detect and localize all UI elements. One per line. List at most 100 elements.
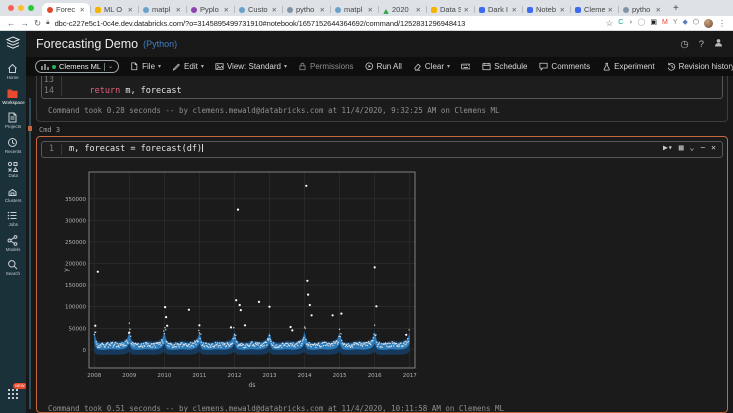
browser-tab-matpl[interactable]: matpl ✕ xyxy=(330,3,378,16)
code-cell-cmd2[interactable]: 13 14 return m, forecast Command took 0.… xyxy=(36,76,728,122)
tab-close-icon[interactable]: ✕ xyxy=(416,6,421,14)
zoom-window-icon[interactable] xyxy=(28,5,34,11)
sidebar-item-jobs[interactable]: Jobs xyxy=(7,210,18,228)
browser-tab-data-s[interactable]: Data S ✕ xyxy=(426,3,474,16)
experiment-button[interactable]: Experiment xyxy=(602,62,655,71)
edit-menu[interactable]: Edit ▾ xyxy=(172,62,204,71)
new-tab-button[interactable]: + xyxy=(666,3,686,16)
collapse-cell-icon[interactable]: ⌄ xyxy=(690,144,695,152)
browser-tab-cleme[interactable]: Cleme ✕ xyxy=(570,3,618,16)
selected-cell-marker xyxy=(28,126,32,131)
tab-close-icon[interactable]: ✕ xyxy=(80,6,85,14)
permissions-button[interactable]: Permissions xyxy=(298,62,354,71)
data-point xyxy=(111,341,114,343)
data-point xyxy=(369,343,372,345)
lock-icon xyxy=(298,62,307,71)
forward-icon[interactable]: → xyxy=(21,18,30,28)
extension-icon[interactable]: M xyxy=(662,18,668,28)
revision-history-button[interactable]: Revision history xyxy=(667,62,733,71)
help-icon[interactable]: ? xyxy=(699,39,704,50)
button-label: Experiment xyxy=(614,62,655,71)
dashboard-chart-icon[interactable]: ▦ xyxy=(679,144,684,152)
sidebar-item-recents[interactable]: Recents xyxy=(4,137,22,155)
clear-menu[interactable]: Clear ▾ xyxy=(413,62,450,71)
tab-close-icon[interactable]: ✕ xyxy=(272,6,277,14)
browser-tab-pyplo[interactable]: Pyplo ✕ xyxy=(186,3,234,16)
data-point xyxy=(235,334,237,336)
file-menu[interactable]: File ▾ xyxy=(130,62,161,71)
browser-tab-noteb[interactable]: Noteb ✕ xyxy=(522,3,570,16)
reload-icon[interactable]: ↻ xyxy=(34,18,41,29)
tab-close-icon[interactable]: ✕ xyxy=(224,6,229,14)
browser-tab-dark-i[interactable]: Dark I ✕ xyxy=(474,3,522,16)
tab-close-icon[interactable]: ✕ xyxy=(368,6,373,14)
data-point xyxy=(190,341,192,343)
browser-tab-pytho[interactable]: pytho ✕ xyxy=(618,3,666,16)
apps-grid-button[interactable]: NEW xyxy=(7,383,27,405)
tab-close-icon[interactable]: ✕ xyxy=(176,6,181,14)
status-clock-icon[interactable]: ◷ xyxy=(680,39,688,50)
run-all-button[interactable]: Run All xyxy=(365,62,402,71)
sidebar-item-data[interactable]: Data xyxy=(7,161,19,179)
data-point xyxy=(241,342,243,344)
notebook-language[interactable]: (Python) xyxy=(143,39,177,49)
data-point xyxy=(327,344,329,347)
sidebar-item-clusters[interactable]: Clusters xyxy=(4,186,22,204)
browser-tab-forec[interactable]: Forec ✕ xyxy=(42,3,90,16)
bookmark-star-icon[interactable]: ☆ xyxy=(606,18,614,29)
tab-close-icon[interactable]: ✕ xyxy=(320,6,325,14)
outlier-point xyxy=(373,265,376,268)
extension-icon[interactable]: ◯ xyxy=(638,18,646,28)
browser-tab-custo[interactable]: Custo ✕ xyxy=(234,3,282,16)
code-editor-cmd3[interactable]: 1 m, forecast = forecast(df) ▶▾ ▦ ⌄ − ✕ xyxy=(41,141,723,158)
run-cell-button[interactable]: ▶▾ xyxy=(663,144,673,152)
sidebar-item-workspace[interactable]: Workspace xyxy=(1,88,26,106)
code-cell-cmd3[interactable]: 1 m, forecast = forecast(df) ▶▾ ▦ ⌄ − ✕ 0 500… xyxy=(36,136,728,413)
code-editor-cmd2[interactable]: 13 14 return m, forecast xyxy=(41,76,723,99)
sidebar-item-home[interactable]: Home xyxy=(6,63,19,81)
view-menu[interactable]: View: Standard ▾ xyxy=(215,62,287,71)
extension-icon[interactable]: ⬡ xyxy=(693,18,699,28)
tab-close-icon[interactable]: ✕ xyxy=(128,6,133,14)
extension-icon[interactable]: C xyxy=(618,18,623,28)
minimize-cell-icon[interactable]: − xyxy=(700,144,705,152)
profile-avatar[interactable] xyxy=(704,18,713,28)
sidebar-item-models[interactable]: Models xyxy=(5,234,21,253)
account-icon[interactable] xyxy=(714,38,723,50)
data-point xyxy=(336,342,339,345)
data-point xyxy=(324,341,326,343)
data-point xyxy=(258,341,261,344)
shortcuts-button[interactable] xyxy=(461,62,471,71)
extension-icon[interactable]: ◑ xyxy=(628,18,632,28)
data-point xyxy=(286,345,288,347)
data-point xyxy=(104,345,106,348)
data-point xyxy=(189,345,191,348)
tab-close-icon[interactable]: ✕ xyxy=(512,6,517,14)
chevron-down-icon[interactable]: ⌄ xyxy=(108,63,113,70)
data-point xyxy=(191,344,193,346)
url-text[interactable]: dbc-c227e5c1-0c4e.dev.databricks.com/?o=… xyxy=(55,19,601,28)
tab-close-icon[interactable]: ✕ xyxy=(464,6,469,14)
browser-tab-ml-o[interactable]: ML O ✕ xyxy=(90,3,138,16)
schedule-button[interactable]: Schedule xyxy=(482,62,527,71)
tab-close-icon[interactable]: ✕ xyxy=(656,6,661,14)
browser-tab-matpl[interactable]: matpl ✕ xyxy=(138,3,186,16)
back-icon[interactable]: ← xyxy=(7,18,16,28)
extension-icon[interactable]: Y xyxy=(673,18,678,28)
tab-close-icon[interactable]: ✕ xyxy=(608,6,613,14)
comments-button[interactable]: Comments xyxy=(539,62,590,71)
extension-icon[interactable]: ▣ xyxy=(650,18,657,28)
browser-tab-2020[interactable]: 2020 ✕ xyxy=(378,3,426,16)
delete-cell-icon[interactable]: ✕ xyxy=(711,144,716,152)
databricks-logo-icon[interactable] xyxy=(5,36,21,55)
browser-tab-pytho[interactable]: pytho ✕ xyxy=(282,3,330,16)
close-window-icon[interactable] xyxy=(8,5,14,11)
minimize-window-icon[interactable] xyxy=(18,5,24,11)
data-point xyxy=(388,341,390,344)
extension-icon[interactable]: ◆ xyxy=(682,18,687,28)
sidebar-item-search[interactable]: Search xyxy=(5,259,21,277)
tab-close-icon[interactable]: ✕ xyxy=(560,6,565,14)
sidebar-item-projects[interactable]: Projects xyxy=(4,112,22,130)
cluster-selector[interactable]: Clemens ML ⌄ xyxy=(35,60,120,73)
browser-menu-icon[interactable]: ⋮ xyxy=(718,19,726,28)
